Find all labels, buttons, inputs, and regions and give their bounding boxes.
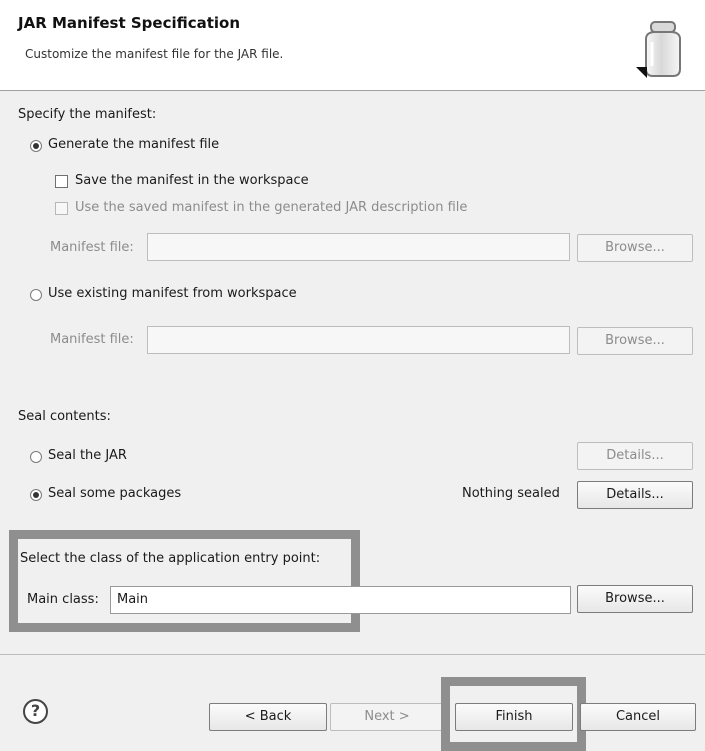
save-manifest-label[interactable]: Save the manifest in the workspace: [75, 173, 309, 188]
footer-divider: [0, 654, 705, 655]
entry-point-section-label: Select the class of the application entr…: [20, 551, 321, 566]
page-description: Customize the manifest file for the JAR …: [25, 47, 284, 61]
cancel-button[interactable]: Cancel: [580, 703, 696, 731]
seal-packages-label[interactable]: Seal some packages: [48, 486, 181, 501]
seal-packages-radio[interactable]: [30, 489, 42, 501]
use-saved-manifest-checkbox[interactable]: [55, 202, 68, 215]
seal-packages-details-button[interactable]: Details...: [577, 481, 693, 509]
main-class-input[interactable]: Main: [110, 586, 571, 614]
manifest-file-input-1[interactable]: [147, 233, 570, 261]
manifest-file-input-2[interactable]: [147, 326, 570, 354]
seal-jar-label[interactable]: Seal the JAR: [48, 448, 127, 463]
generate-manifest-radio[interactable]: [30, 140, 42, 152]
browse-manifest-button-1[interactable]: Browse...: [577, 234, 693, 262]
seal-jar-details-button[interactable]: Details...: [577, 442, 693, 470]
use-existing-manifest-label[interactable]: Use existing manifest from workspace: [48, 286, 297, 301]
use-saved-manifest-label[interactable]: Use the saved manifest in the generated …: [75, 200, 467, 215]
finish-button[interactable]: Finish: [455, 703, 573, 731]
jar-icon: [636, 21, 681, 78]
page-title: JAR Manifest Specification: [18, 14, 241, 32]
save-manifest-checkbox[interactable]: [55, 175, 68, 188]
seal-status-text: Nothing sealed: [462, 486, 560, 501]
browse-main-class-button[interactable]: Browse...: [577, 585, 693, 613]
entry-point-highlight-box: [9, 530, 360, 632]
seal-jar-radio[interactable]: [30, 451, 42, 463]
wizard-header: JAR Manifest Specification Customize the…: [0, 0, 705, 91]
browse-manifest-button-2[interactable]: Browse...: [577, 327, 693, 355]
generate-manifest-label[interactable]: Generate the manifest file: [48, 137, 219, 152]
use-existing-manifest-radio[interactable]: [30, 289, 42, 301]
help-icon[interactable]: ?: [23, 699, 48, 724]
seal-section-label: Seal contents:: [18, 409, 111, 424]
back-button[interactable]: < Back: [209, 703, 327, 731]
jar-manifest-dialog: JAR Manifest Specification Customize the…: [0, 0, 705, 751]
manifest-file-label-1: Manifest file:: [50, 240, 134, 255]
next-button[interactable]: Next >: [330, 703, 444, 731]
manifest-section-label: Specify the manifest:: [18, 107, 157, 122]
main-class-label: Main class:: [27, 592, 99, 607]
manifest-file-label-2: Manifest file:: [50, 332, 134, 347]
